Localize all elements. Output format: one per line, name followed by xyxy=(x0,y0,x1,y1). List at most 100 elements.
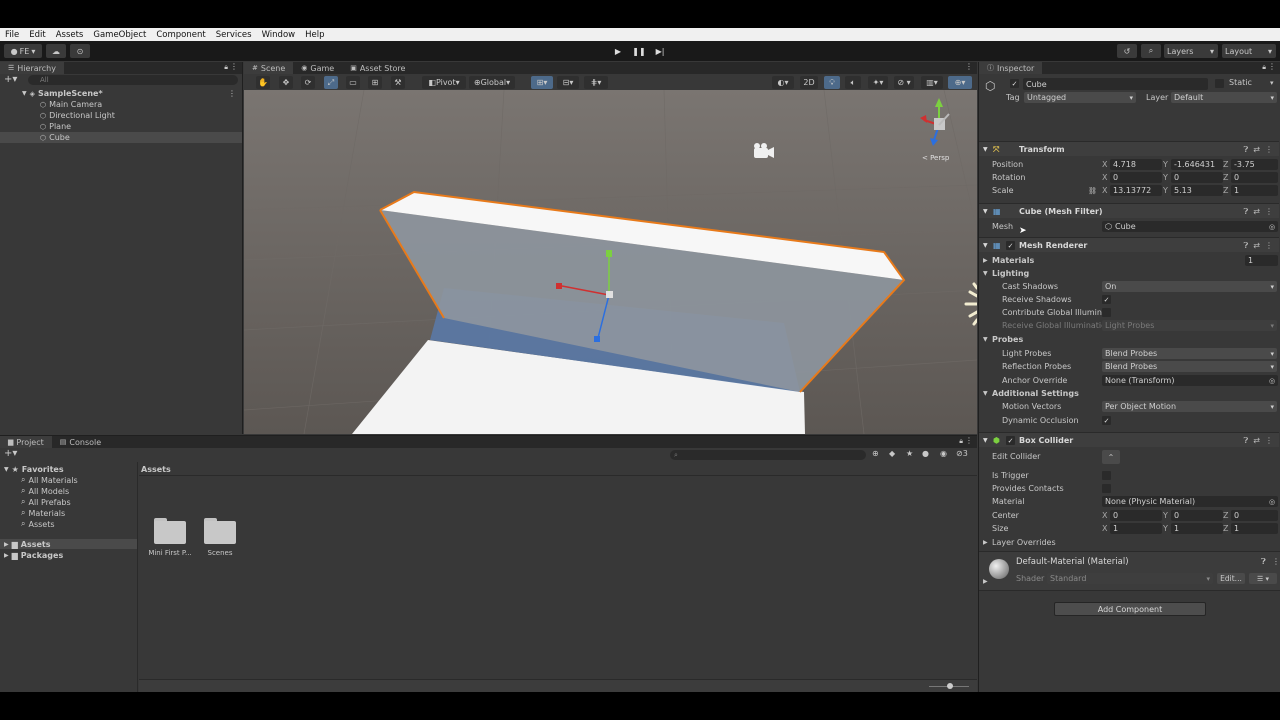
draw-mode-icon[interactable]: ◐▾ xyxy=(772,76,794,89)
menu-help[interactable]: Help xyxy=(300,30,329,40)
menu-edit[interactable]: Edit xyxy=(24,30,50,40)
asset-folder-mini-first[interactable]: Mini First P... xyxy=(145,518,195,557)
more-menu-icon[interactable]: ⋮ xyxy=(1272,557,1280,566)
rotation-y-field[interactable]: 0 xyxy=(1171,172,1223,183)
mesh-renderer-header[interactable]: ▼ ▦ ✓ Mesh Renderer ❓︎ ⇄ ⋮ xyxy=(979,237,1279,252)
icon-size-slider-handle[interactable] xyxy=(947,683,953,689)
account-button[interactable]: ● FE ▾ xyxy=(4,44,42,58)
collider-material-field[interactable]: None (Physic Material) xyxy=(1102,496,1278,507)
box-collider-header[interactable]: ▼ ⬢ ✓ Box Collider ❓︎ ⇄ ⋮ xyxy=(979,432,1279,447)
dynamic-occlusion-checkbox[interactable]: ✓ xyxy=(1102,416,1111,425)
hand-tool-icon[interactable]: ✋ xyxy=(256,76,270,89)
position-z-field[interactable]: -3.75 xyxy=(1231,159,1278,170)
more-menu-icon[interactable]: ⋮ xyxy=(1265,145,1273,154)
effects-icon[interactable]: ✦▾ xyxy=(868,76,888,89)
help-icon[interactable]: ❓︎ xyxy=(1261,557,1266,567)
transform-header[interactable]: ▼ ⤧ Transform ❓︎ ⇄ ⋮ xyxy=(979,141,1279,156)
menu-gameobject[interactable]: GameObject xyxy=(88,30,151,40)
cast-shadows-dropdown[interactable]: On xyxy=(1102,281,1277,292)
center-y-field[interactable]: 0 xyxy=(1171,510,1223,521)
menu-window[interactable]: Window xyxy=(257,30,301,40)
favorite-materials[interactable]: ⌕ Materials xyxy=(21,508,65,518)
audio-icon[interactable]: 🔈︎ xyxy=(845,76,861,89)
preset-icon[interactable]: ⇄ xyxy=(1253,241,1260,250)
additional-settings-section[interactable]: ▼ Additional Settings xyxy=(979,387,1279,400)
layer-overrides-row[interactable]: ▶ Layer Overrides xyxy=(979,536,1279,549)
menu-component[interactable]: Component xyxy=(151,30,210,40)
help-icon[interactable]: ❓︎ xyxy=(1243,145,1248,155)
active-checkbox[interactable]: ✓ xyxy=(1010,79,1019,88)
object-picker-icon[interactable]: ◎ xyxy=(1269,220,1275,233)
object-name-field[interactable]: Cube xyxy=(1023,78,1208,90)
materials-count-field[interactable]: 1 xyxy=(1245,255,1278,266)
help-icon[interactable]: ❓︎ xyxy=(1243,436,1248,446)
size-y-field[interactable]: 1 xyxy=(1171,523,1223,534)
preset-icon[interactable]: ⇄ xyxy=(1253,436,1260,445)
more-menu-icon[interactable]: ⋮ xyxy=(1265,436,1273,445)
scale-y-field[interactable]: 5.13 xyxy=(1171,185,1223,196)
toggle-2d-button[interactable]: 2D xyxy=(800,76,818,89)
snap-increment-icon[interactable]: ⊟▾ xyxy=(557,76,579,89)
receive-shadows-checkbox[interactable]: ✓ xyxy=(1102,295,1111,304)
size-z-field[interactable]: 1 xyxy=(1231,523,1278,534)
grid-visibility-icon[interactable]: ⋕▾ xyxy=(584,76,608,89)
add-icon[interactable]: +▾ xyxy=(4,74,17,85)
contribute-gi-checkbox[interactable] xyxy=(1102,308,1111,317)
tree-packages[interactable]: ▶ ▆ Packages xyxy=(4,550,63,560)
asset-folder-scenes[interactable]: Scenes xyxy=(195,518,245,557)
favorites-header[interactable]: ▼ ★ Favorites xyxy=(4,464,64,474)
scene-root[interactable]: ▼ ◈ SampleScene* ⋮ xyxy=(0,88,242,99)
transform-tool-icon[interactable]: ⊞ xyxy=(368,76,382,89)
project-search-input[interactable]: ⌕ xyxy=(670,450,866,460)
tab-inspector[interactable]: ⓘ Inspector xyxy=(979,62,1043,74)
layer-dropdown[interactable]: Default xyxy=(1171,92,1277,103)
custom-tool-icon[interactable]: ⚒ xyxy=(391,76,405,89)
add-component-button[interactable]: Add Component xyxy=(1054,602,1206,616)
shader-options-icon[interactable]: ☰ ▾ xyxy=(1249,573,1277,584)
shader-dropdown[interactable]: Standard ▾ xyxy=(1047,573,1213,584)
lock-icon[interactable]: 🔒︎ xyxy=(1262,63,1266,72)
material-preview-sphere[interactable] xyxy=(989,559,1009,579)
cloud-icon[interactable]: ☁ xyxy=(46,44,66,58)
help-icon[interactable]: ❓︎ xyxy=(1243,207,1248,217)
hierarchy-item-directional-light[interactable]: ⬡ Directional Light xyxy=(0,110,242,121)
tab-console[interactable]: ▤ Console xyxy=(51,436,110,448)
hidden-packages-icon[interactable]: ⊘3 xyxy=(956,449,968,458)
hierarchy-item-cube[interactable]: ⬡ Cube xyxy=(0,132,242,143)
menu-file[interactable]: File xyxy=(0,30,24,40)
search-by-type-icon[interactable]: ⊕ xyxy=(872,449,879,458)
lighting-section[interactable]: ▼ Lighting xyxy=(979,267,1279,280)
anchor-override-field[interactable]: None (Transform) xyxy=(1102,375,1278,386)
menu-services[interactable]: Services xyxy=(211,30,257,40)
layout-dropdown[interactable]: Layout ▾ xyxy=(1222,44,1276,58)
favorite-icon[interactable]: ★ xyxy=(906,449,913,458)
more-menu-icon[interactable]: ⋮ xyxy=(1265,207,1273,216)
link-icon[interactable]: ⛓ xyxy=(1088,184,1097,197)
scale-z-field[interactable]: 1 xyxy=(1231,185,1278,196)
gizmo-center-handle[interactable] xyxy=(606,291,613,298)
probes-section[interactable]: ▼ Probes xyxy=(979,333,1279,346)
step-button[interactable]: ▶| xyxy=(651,44,669,58)
hierarchy-search-input[interactable]: All xyxy=(28,75,238,85)
tab-game[interactable]: ◉ Game xyxy=(293,62,343,74)
scale-x-field[interactable]: 13.13772 xyxy=(1110,185,1162,196)
lighting-icon[interactable]: 💡︎ xyxy=(824,76,840,89)
hidden-objects-icon[interactable]: ⊘ ▾ xyxy=(894,76,914,89)
history-icon[interactable]: ↺ xyxy=(1117,44,1137,58)
edit-collider-button[interactable]: ⌃ xyxy=(1102,450,1120,464)
expand-arrow-icon[interactable]: ▶ xyxy=(983,578,988,585)
mesh-renderer-enabled-checkbox[interactable]: ✓ xyxy=(1006,241,1015,250)
add-icon[interactable]: +▾ xyxy=(4,448,17,459)
favorite-all-prefabs[interactable]: ⌕ All Prefabs xyxy=(21,497,71,507)
lock-icon[interactable]: 🔒︎ xyxy=(224,63,228,72)
preset-icon[interactable]: ⇄ xyxy=(1253,207,1260,216)
eye-hidden-icon[interactable]: ◉ xyxy=(940,449,947,458)
persp-label[interactable]: < Persp xyxy=(922,154,949,162)
light-probes-dropdown[interactable]: Blend Probes xyxy=(1102,348,1277,359)
more-menu-icon[interactable]: ⋮ xyxy=(965,436,973,445)
menu-assets[interactable]: Assets xyxy=(51,30,89,40)
position-x-field[interactable]: 4.718 xyxy=(1110,159,1162,170)
static-dropdown-icon[interactable]: ▾ xyxy=(1270,76,1274,89)
object-picker-icon[interactable]: ◎ xyxy=(1269,495,1275,508)
reflection-probes-dropdown[interactable]: Blend Probes xyxy=(1102,361,1277,372)
